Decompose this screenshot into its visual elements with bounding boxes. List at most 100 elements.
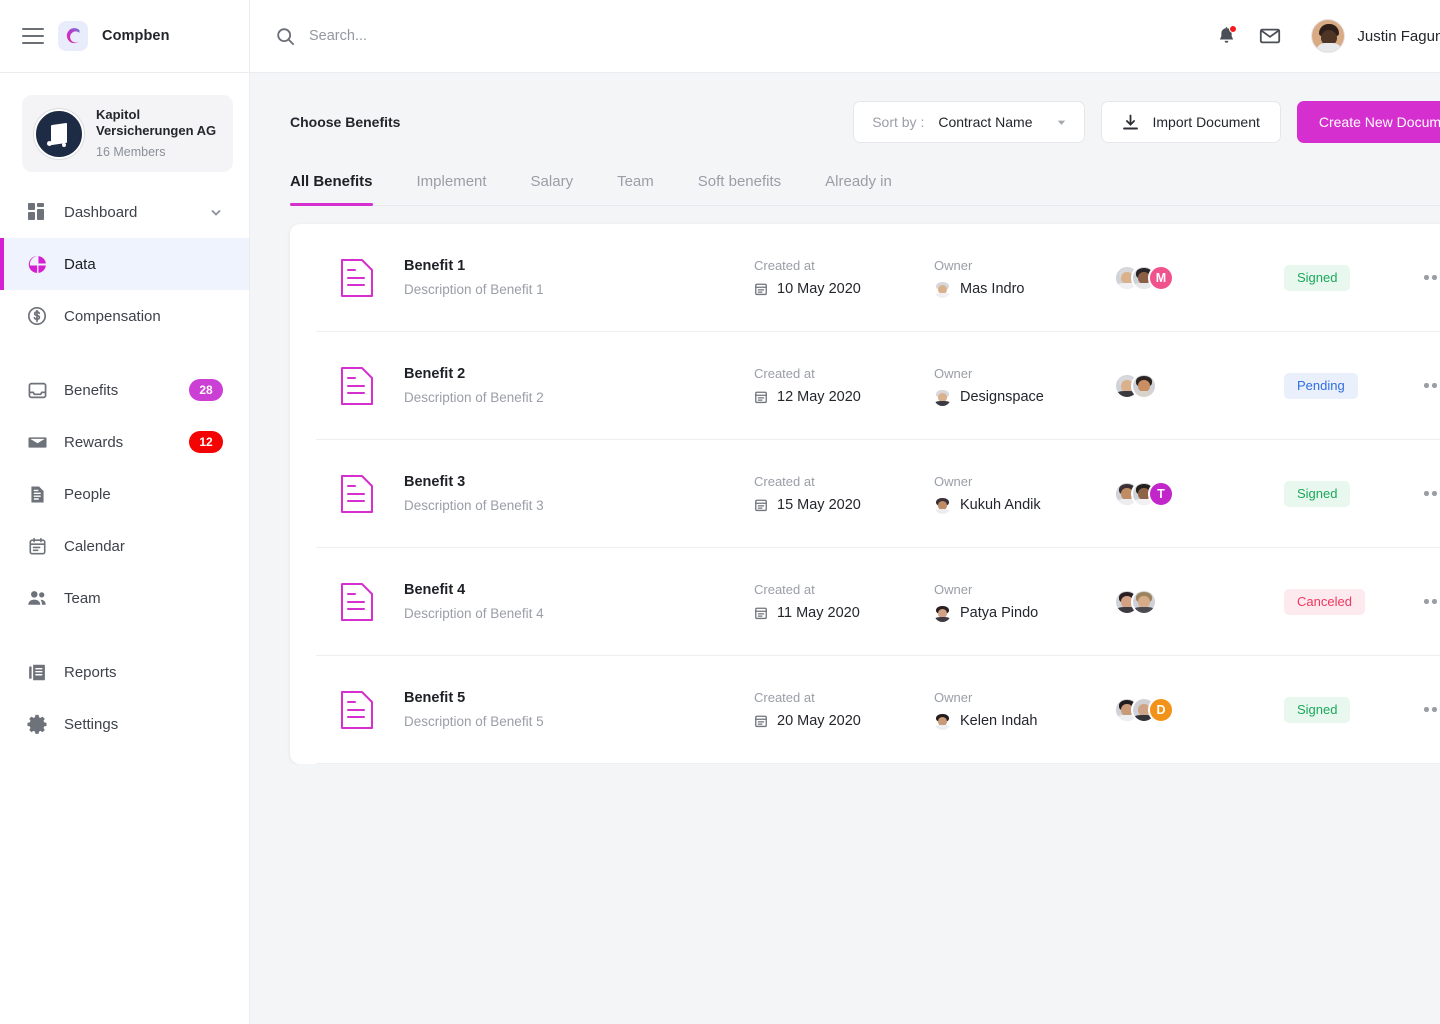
more-dots-icon[interactable] (1424, 707, 1440, 712)
inbox-icon (26, 379, 48, 401)
owner-label: Owner (934, 581, 973, 597)
avatar (934, 281, 951, 298)
team-avatars-cell[interactable]: M (1114, 264, 1284, 291)
sidebar-item-team[interactable]: Team (0, 572, 249, 624)
mail-icon[interactable] (1259, 25, 1281, 47)
tab-already-in[interactable]: Already in (803, 173, 914, 205)
sort-by-dropdown[interactable]: Sort by : Contract Name (853, 101, 1085, 143)
status-badge: Pending (1284, 372, 1358, 399)
tab-implement[interactable]: Implement (395, 173, 509, 205)
brand-row: Compben (0, 0, 249, 73)
reports-icon (26, 661, 48, 683)
org-avatar (34, 108, 84, 159)
owner-label: Owner (934, 365, 973, 381)
create-new-document-button[interactable]: Create New Document (1296, 101, 1440, 143)
table-row[interactable]: Benefit 3 Description of Benefit 3 Creat… (316, 440, 1440, 548)
sidebar-item-calendar[interactable]: Calendar (0, 520, 249, 572)
sidebar-item-benefits[interactable]: Benefits 28 (0, 364, 249, 416)
created-at-value: 15 May 2020 (754, 497, 934, 513)
toolbar-actions: Sort by : Contract Name Import Document (853, 101, 1440, 143)
avatar-initial: M (1148, 264, 1174, 291)
status-badge: Signed (1284, 696, 1351, 723)
owner-value: Designspace (934, 389, 1114, 406)
avatar (934, 497, 951, 514)
app-root: Compben Kapitol Versicherungen AG 16 Mem… (0, 0, 1440, 1024)
sidebar-item-rewards[interactable]: Rewards 12 (0, 416, 249, 468)
nav-divider-gap-2 (0, 624, 249, 646)
benefits-badge: 28 (189, 379, 223, 402)
chevron-down-icon (1055, 116, 1068, 129)
sidebar-item-reports[interactable]: Reports (0, 646, 249, 698)
sidebar-item-label: Rewards (64, 433, 124, 451)
team-avatars-cell[interactable]: T (1114, 480, 1284, 507)
sidebar-item-label: People (64, 485, 111, 503)
created-at-cell: Created at 20 May 2020 (754, 690, 934, 729)
mail-icon (26, 431, 48, 453)
sort-by-value: Contract Name (938, 114, 1033, 130)
sort-by-label: Sort by : (872, 114, 925, 130)
owner-label: Owner (934, 689, 973, 705)
created-at-label: Created at (754, 474, 815, 489)
org-switcher[interactable]: Kapitol Versicherungen AG 16 Members (22, 95, 233, 173)
search-area (276, 27, 1216, 46)
table-row[interactable]: Benefit 1 Description of Benefit 1 Creat… (316, 224, 1440, 332)
org-name: Kapitol Versicherungen AG (96, 107, 217, 139)
created-at-cell: Created at 15 May 2020 (754, 474, 934, 513)
owner-value: Patya Pindo (934, 605, 1114, 622)
table-row[interactable]: Benefit 2 Description of Benefit 2 Creat… (316, 332, 1440, 440)
more-dots-icon[interactable] (1424, 383, 1440, 388)
team-avatars-cell[interactable] (1114, 372, 1284, 399)
calendar-icon (754, 282, 768, 296)
benefits-table: Benefit 1 Description of Benefit 1 Creat… (290, 224, 1440, 764)
avatar (1131, 372, 1157, 399)
table-row[interactable]: Benefit 5 Description of Benefit 5 Creat… (316, 656, 1440, 764)
topbar: Justin Fagundez (250, 0, 1440, 73)
row-actions-cell (1424, 383, 1440, 388)
main-area: Justin Fagundez Choose Benefits Sort by … (250, 0, 1440, 1024)
import-document-button[interactable]: Import Document (1100, 101, 1281, 143)
avatar (1131, 588, 1157, 615)
tab-salary[interactable]: Salary (509, 173, 596, 205)
tab-all-benefits[interactable]: All Benefits (290, 173, 395, 206)
team-avatars-cell[interactable]: D (1114, 696, 1284, 723)
sidebar-item-settings[interactable]: Settings (0, 698, 249, 750)
tab-soft-benefits[interactable]: Soft benefits (676, 173, 803, 205)
brand-name: Compben (102, 28, 170, 44)
sidebar-item-compensation[interactable]: Compensation (0, 290, 249, 342)
notification-dot (1229, 24, 1238, 33)
calendar-icon (754, 606, 768, 620)
sidebar-item-label: Calendar (64, 537, 125, 555)
created-at-value: 20 May 2020 (754, 713, 934, 729)
tab-team[interactable]: Team (595, 173, 676, 205)
owner-cell: Owner Mas Indro (934, 258, 1114, 298)
chevron-down-icon[interactable] (209, 205, 223, 219)
sidebar: Compben Kapitol Versicherungen AG 16 Mem… (0, 0, 250, 1024)
user-menu[interactable]: Justin Fagundez (1311, 19, 1440, 53)
benefit-name-cell: Benefit 2 Description of Benefit 2 (404, 366, 754, 405)
sidebar-item-people[interactable]: People (0, 468, 249, 520)
team-avatars-cell[interactable] (1114, 588, 1284, 615)
benefit-description: Description of Benefit 3 (404, 498, 544, 513)
table-row[interactable]: Benefit 4 Description of Benefit 4 Creat… (316, 548, 1440, 656)
benefit-name-cell: Benefit 4 Description of Benefit 4 (404, 582, 754, 621)
status-badge: Signed (1284, 264, 1351, 291)
search-input[interactable] (309, 28, 649, 44)
calendar-icon (754, 390, 768, 404)
created-at-value: 10 May 2020 (754, 281, 934, 297)
benefit-title: Benefit 5 (404, 690, 466, 706)
sidebar-item-dashboard[interactable]: Dashboard (0, 186, 249, 238)
avatar-initial: D (1148, 696, 1174, 723)
sidebar-item-data[interactable]: Data (0, 238, 249, 291)
nav-divider-gap (0, 342, 249, 364)
more-dots-icon[interactable] (1424, 275, 1440, 280)
bell-icon[interactable] (1216, 24, 1238, 47)
document-icon (340, 258, 378, 298)
created-at-value: 12 May 2020 (754, 389, 934, 405)
more-dots-icon[interactable] (1424, 599, 1440, 604)
hamburger-icon[interactable] (22, 28, 44, 44)
org-member-count: 16 Members (96, 144, 166, 159)
document-icon (340, 690, 378, 730)
benefit-description: Description of Benefit 2 (404, 390, 544, 405)
more-dots-icon[interactable] (1424, 491, 1440, 496)
sidebar-item-label: Reports (64, 663, 117, 681)
